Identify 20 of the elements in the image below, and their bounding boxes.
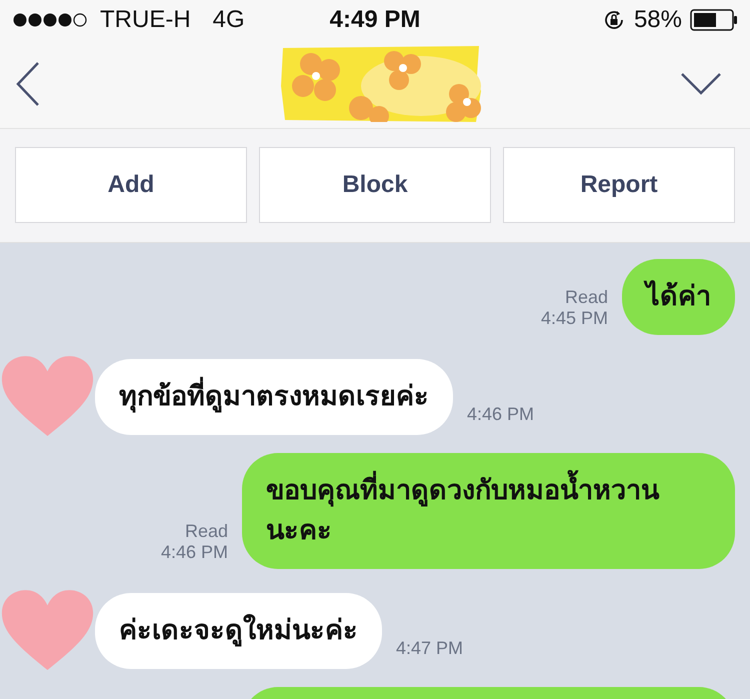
- back-icon[interactable]: [15, 61, 41, 107]
- message-bubble: ขอบคุณที่มาดูดวงกับหมอน้ำหวาน นะคะ: [242, 453, 735, 569]
- message-time: 4:47 PM: [396, 638, 464, 659]
- action-button[interactable]: Add: [15, 147, 247, 223]
- network-type: 4G: [212, 6, 245, 34]
- action-button[interactable]: Report: [503, 147, 735, 223]
- message-time: 4:45 PM: [540, 308, 608, 329]
- battery-percent: 58%: [634, 6, 682, 34]
- message-time: 4:46 PM: [160, 542, 228, 563]
- message-time: 4:46 PM: [467, 404, 534, 425]
- message-bubble: ค่ะเดะจะดูใหม่นะค่ะ: [95, 593, 382, 669]
- chevron-down-icon[interactable]: [680, 72, 722, 96]
- action-button[interactable]: Block: [259, 147, 491, 223]
- read-receipt: Read: [184, 521, 228, 542]
- message-bubble: ได้ค่า: [622, 259, 735, 335]
- clock: 4:49 PM: [330, 6, 420, 34]
- battery-icon: [690, 9, 738, 31]
- message-bubble: ทุกข้อที่ดูมาตรงหมดเรยค่ะ: [95, 359, 453, 435]
- read-receipt: Read: [564, 287, 608, 308]
- carrier: TRUE-H: [100, 6, 191, 34]
